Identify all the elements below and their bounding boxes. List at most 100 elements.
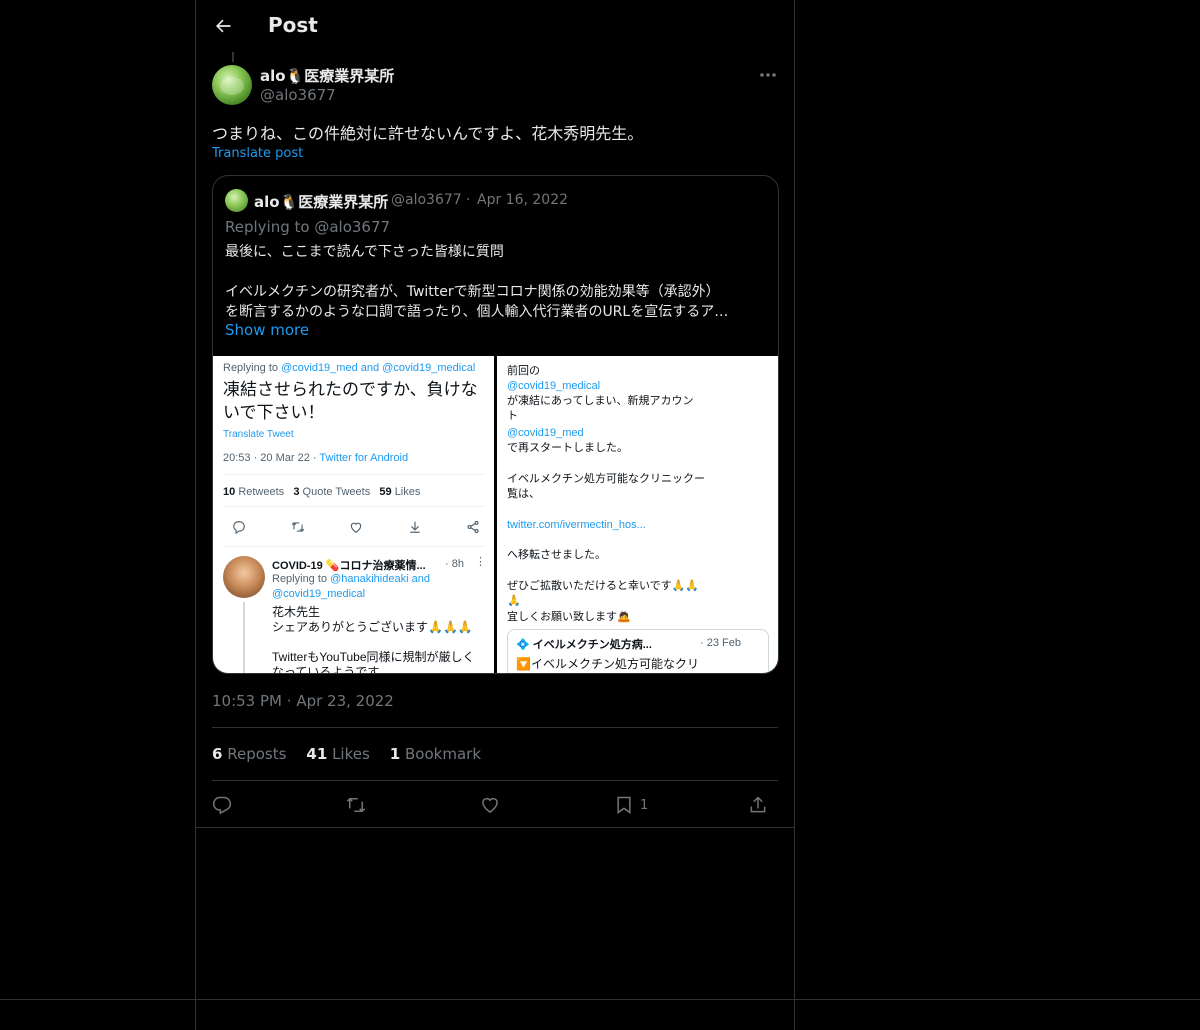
embedded-replying-to: Replying to @covid19_med and @covid19_me… — [223, 362, 475, 374]
reply-button[interactable] — [212, 792, 232, 818]
reposts-label: Reposts — [227, 745, 287, 763]
embedded-line: 前回の — [507, 365, 540, 377]
embedded-download-icon — [407, 519, 423, 535]
embedded-like-icon — [348, 519, 364, 535]
page-title: Post — [268, 13, 318, 37]
bottom-divider — [0, 999, 1200, 1000]
quoted-post[interactable]: alo🐧医療業界某所 @alo3677 · Apr 16, 2022 Reply… — [212, 175, 779, 674]
divider — [196, 827, 794, 828]
embedded-quotes-label: Quote Tweets — [302, 486, 371, 498]
embedded-share-icon — [465, 519, 481, 535]
bookmark-action-count: 1 — [640, 797, 649, 813]
embedded-line: イベルメクチン処方可能なクリニックー — [507, 473, 705, 485]
more-icon — [760, 73, 776, 77]
back-arrow-icon — [216, 19, 231, 33]
embedded-divider — [223, 506, 485, 507]
quoted-author-handle: @alo3677 — [391, 192, 462, 208]
embedded-mention: @covid19_medical — [507, 380, 601, 392]
embedded-divider — [223, 546, 485, 547]
embedded-line: 覧は、 — [507, 488, 540, 500]
embedded-reply-icon — [231, 519, 247, 535]
embedded-replying-prefix: Replying to — [223, 362, 282, 374]
embedded-quotes-count: 3 — [293, 486, 300, 498]
post-date: Apr 23, 2022 — [296, 692, 394, 710]
show-more-link[interactable]: Show more — [225, 321, 309, 339]
embedded-retweets-count: 10 — [223, 486, 236, 498]
quoted-avatar — [225, 189, 248, 212]
bookmark-icon — [617, 796, 631, 814]
reposts-count: 6 — [212, 745, 223, 763]
embedded-mention: @covid19_med — [507, 427, 584, 439]
embedded-replying-mentions: @covid19_med and @covid19_medical — [281, 362, 476, 374]
likes-stat[interactable]: 41 Likes — [306, 745, 369, 763]
repost-icon — [346, 797, 366, 813]
embedded-link: twitter.com/ivermectin_hos... — [507, 519, 646, 531]
divider — [212, 780, 778, 781]
author-name[interactable]: alo🐧医療業界某所 — [260, 65, 394, 86]
embedded-reply-to: Replying to @hanakihideaki and — [272, 573, 430, 585]
divider — [212, 727, 778, 728]
embedded-client: Twitter for Android — [319, 452, 409, 464]
thread-connector — [232, 52, 234, 62]
like-button[interactable] — [480, 792, 500, 818]
repost-button[interactable] — [346, 792, 366, 818]
quoted-author-name: alo🐧医療業界某所 — [254, 193, 389, 211]
quoted-date: Apr 16, 2022 — [477, 192, 569, 208]
action-bar: 1 — [212, 792, 778, 818]
embedded-divider — [223, 474, 485, 475]
embedded-reply-avatar — [223, 556, 265, 598]
like-icon — [482, 797, 498, 813]
embedded-line: で再スタートしました。 — [507, 442, 628, 454]
header: Post — [196, 0, 794, 53]
post-stats: 6 Reposts 41 Likes 1 Bookmark — [212, 745, 481, 763]
timestamp-separator: · — [286, 692, 297, 710]
embedded-reply-line — [272, 635, 475, 650]
embedded-reply-to-prefix: Replying to — [272, 573, 331, 585]
reposts-stat[interactable]: 6 Reposts — [212, 745, 286, 763]
quoted-separator: · — [466, 192, 471, 208]
embedded-thread-line — [243, 602, 245, 673]
embedded-reply-to-b: @covid19_medical — [272, 588, 366, 600]
embedded-line: ト — [507, 410, 518, 422]
embedded-reply-time: · 8h — [445, 558, 464, 570]
embedded-reply-text: 花木先生 シェアありがとうございます🙏🙏🙏 TwitterもYouTube同様に… — [272, 605, 475, 674]
author-handle[interactable]: @alo3677 — [260, 86, 336, 104]
embedded-reply-line: 花木先生 — [272, 605, 321, 619]
embedded-reply-line: TwitterもYouTube同様に規制が厳しく — [272, 650, 475, 664]
embedded-card-date: · 23 Feb — [700, 637, 741, 649]
quoted-media[interactable]: Replying to @covid19_med and @covid19_me… — [213, 356, 778, 674]
bookmark-button[interactable]: 1 — [614, 792, 648, 818]
embedded-line: 🙏 — [507, 595, 521, 607]
embedded-time: 20:53 · 20 Mar 22 · — [223, 452, 320, 464]
share-icon — [750, 796, 766, 813]
translate-post-link[interactable]: Translate post — [212, 146, 303, 161]
embedded-line: 宜しくお願い致します🙇 — [507, 611, 631, 623]
media-image-right[interactable]: 前回の @covid19_medical が凍結にあってしまい、新規アカウン ト… — [497, 356, 778, 673]
likes-label: Likes — [332, 745, 370, 763]
share-button[interactable] — [748, 792, 768, 818]
embedded-actions — [231, 519, 481, 535]
quoted-text-line: イベルメクチンの研究者が、Twitterで新型コロナ関係の効能効果等（承認外） — [225, 284, 720, 300]
embedded-retweets-label: Retweets — [238, 486, 285, 498]
post-timestamp[interactable]: 10:53 PM · Apr 23, 2022 — [212, 692, 394, 710]
embedded-line: ぜひご拡散いただけると幸いです🙏🙏 — [507, 580, 700, 592]
media-image-left[interactable]: Replying to @covid19_med and @covid19_me… — [213, 356, 494, 674]
post-time: 10:53 PM — [212, 692, 282, 710]
embedded-tweet-text: 凍結させられたのですか、負けないで下さい！ — [223, 380, 478, 422]
avatar[interactable] — [212, 65, 252, 105]
embedded-timestamp: 20:53 · 20 Mar 22 · Twitter for Android — [223, 452, 408, 464]
embedded-likes-label: Likes — [394, 486, 421, 498]
back-button[interactable] — [208, 11, 238, 41]
more-button[interactable] — [756, 64, 780, 86]
quoted-replying-to: Replying to @alo3677 — [225, 218, 390, 236]
embedded-reply-line: シェアありがとうございます🙏🙏🙏 — [272, 620, 473, 634]
embedded-reply-name: COVID-19 💊コロナ治療薬情... — [272, 560, 426, 572]
replying-prefix: Replying to — [225, 218, 315, 236]
quoted-text-line: 最後に、ここまで読んで下さった皆様に質問 — [225, 244, 504, 260]
embedded-card-title: 💠 イベルメクチン処方病... — [516, 639, 652, 651]
embedded-stats: 10 Retweets 3 Quote Tweets 59 Likes — [223, 486, 420, 498]
embedded-reply-line: なっているようです。 — [272, 665, 391, 674]
bookmarks-stat[interactable]: 1 Bookmark — [390, 745, 481, 763]
embedded-retweet-icon — [290, 519, 306, 535]
bookmarks-count: 1 — [389, 745, 401, 763]
